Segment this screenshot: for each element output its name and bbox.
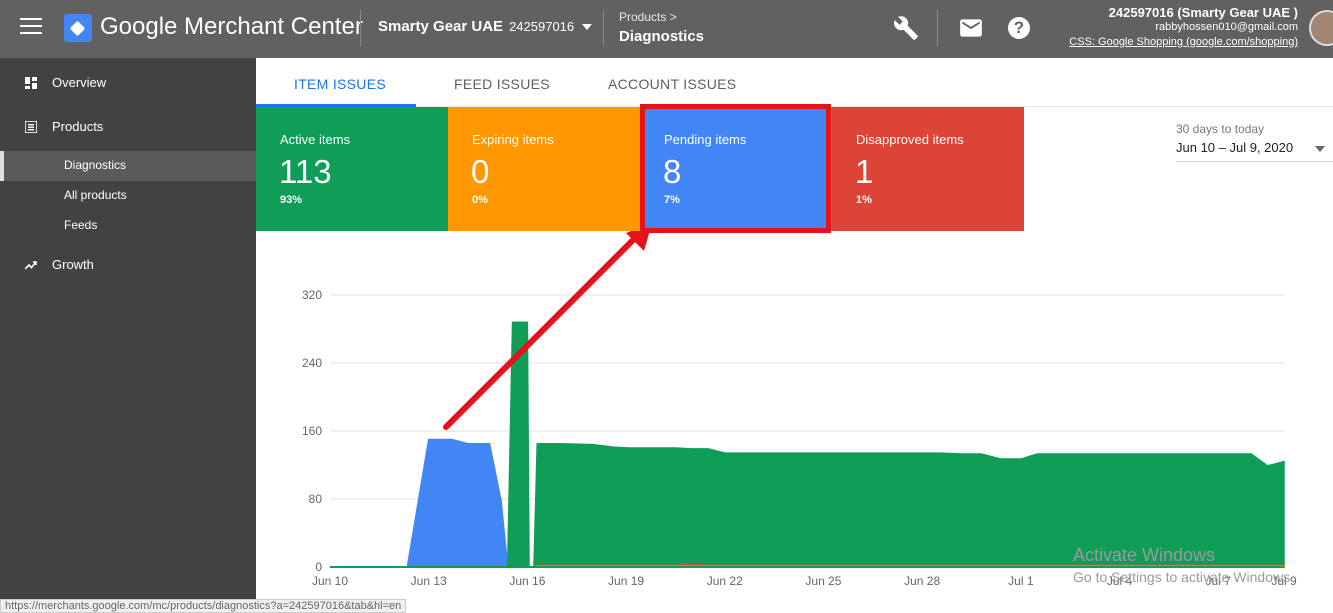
- chevron-down-icon[interactable]: [1315, 146, 1325, 152]
- divider: [360, 10, 361, 46]
- card-title: Active items: [280, 132, 351, 147]
- user-account-info[interactable]: 242597016 (Smarty Gear UAE ) rabbyhossen…: [1069, 5, 1298, 50]
- sidebar-item-overview[interactable]: Overview: [0, 68, 256, 98]
- merchant-center-logo-icon[interactable]: [64, 14, 92, 42]
- card-disapproved-items[interactable]: Disapproved items 1 1%: [832, 107, 1024, 231]
- issue-tabs: ITEM ISSUES FEED ISSUES ACCOUNT ISSUES: [256, 58, 1333, 107]
- chevron-down-icon: [582, 24, 593, 31]
- y-tick-label: 320: [302, 288, 322, 302]
- x-tick-label: Jun 28: [904, 574, 940, 588]
- y-tick-label: 240: [302, 356, 322, 370]
- watermark-title: Activate Windows: [1073, 545, 1216, 565]
- sidebar-item-label: Diagnostics: [64, 158, 127, 172]
- wrench-icon[interactable]: [893, 15, 919, 41]
- divider: [603, 10, 604, 46]
- y-tick-label: 80: [309, 492, 323, 506]
- user-email: rabbyhossen010@gmail.com: [1155, 21, 1298, 33]
- sidebar-item-products[interactable]: Products: [0, 112, 256, 142]
- card-title: Disapproved items: [856, 132, 964, 147]
- card-percent: 93%: [280, 194, 303, 206]
- y-tick-label: 160: [302, 424, 322, 438]
- annotation-arrow-shaft: [443, 232, 641, 430]
- watermark-subtitle: Go to Settings to activate Windows.: [1073, 569, 1294, 585]
- divider: [937, 10, 938, 46]
- card-value: 1: [855, 153, 874, 190]
- x-tick-label: Jun 10: [312, 574, 348, 588]
- app-title[interactable]: Google Merchant Center: [100, 13, 363, 41]
- x-tick-label: Jun 16: [509, 574, 545, 588]
- date-range-underline: [1176, 161, 1333, 162]
- card-percent: 0%: [472, 194, 488, 206]
- card-title: Expiring items: [472, 132, 554, 147]
- chevron-right-icon: >: [669, 10, 677, 24]
- status-url: https://merchants.google.com/mc/products…: [0, 599, 407, 613]
- card-active-items[interactable]: Active items 113 93%: [256, 107, 448, 231]
- tab-item-issues[interactable]: ITEM ISSUES: [294, 76, 386, 92]
- sidebar-item-all-products[interactable]: All products: [0, 181, 256, 211]
- item-issues-chart: 0 80 160 240 320 Jun 10 Jun 13 Jun 16 Jun 19 Jun…: [302, 231, 1297, 588]
- sidebar: Overview Products Diagnostics All produc…: [0, 58, 256, 613]
- sidebar-item-growth[interactable]: Growth: [0, 250, 256, 280]
- page-title: Diagnostics: [619, 28, 705, 45]
- mail-icon[interactable]: [958, 15, 984, 41]
- user-name: 242597016 (Smarty Gear UAE ): [1108, 5, 1298, 20]
- dashboard-icon: [25, 77, 37, 89]
- breadcrumb[interactable]: Products >: [619, 10, 677, 24]
- card-expiring-items[interactable]: Expiring items 0 0%: [448, 107, 640, 231]
- card-value: 113: [279, 153, 332, 190]
- sidebar-item-label: Products: [52, 119, 104, 134]
- sidebar-item-label: All products: [64, 188, 127, 202]
- account-switcher[interactable]: Smarty Gear UAE 242597016: [378, 18, 593, 35]
- date-range-select[interactable]: Jun 10 – Jul 9, 2020: [1176, 140, 1293, 155]
- sidebar-item-label: Growth: [52, 257, 94, 272]
- account-id: 242597016: [509, 19, 575, 34]
- date-range-label: 30 days to today: [1176, 122, 1265, 136]
- tab-feed-issues[interactable]: FEED ISSUES: [454, 76, 550, 92]
- menu-icon[interactable]: [20, 18, 42, 36]
- sidebar-item-diagnostics[interactable]: Diagnostics: [0, 151, 256, 181]
- card-value: 0: [471, 153, 490, 190]
- sidebar-item-feeds[interactable]: Feeds: [0, 211, 256, 241]
- y-tick-label: 0: [315, 560, 322, 574]
- list-icon: [25, 121, 37, 133]
- top-app-bar: Google Merchant Center Smarty Gear UAE 24…: [0, 0, 1333, 58]
- x-tick-label: Jun 22: [707, 574, 743, 588]
- sidebar-item-label: Feeds: [64, 218, 98, 232]
- x-tick-label: Jun 19: [608, 574, 644, 588]
- card-percent: 1%: [856, 194, 872, 206]
- x-tick-label: Jul 1: [1008, 574, 1034, 588]
- avatar[interactable]: [1309, 10, 1333, 46]
- sidebar-item-label: Overview: [52, 75, 107, 90]
- trending-up-icon: [25, 261, 37, 270]
- tab-account-issues[interactable]: ACCOUNT ISSUES: [608, 76, 736, 92]
- x-tick-label: Jun 13: [411, 574, 447, 588]
- x-tick-label: Jun 25: [805, 574, 841, 588]
- highlight-box: [640, 104, 831, 233]
- css-link[interactable]: CSS: Google Shopping (google.com/shoppin…: [1069, 35, 1298, 50]
- breadcrumb-products[interactable]: Products: [619, 10, 666, 24]
- help-icon[interactable]: ?: [1008, 17, 1030, 39]
- account-name: Smarty Gear UAE: [378, 18, 504, 35]
